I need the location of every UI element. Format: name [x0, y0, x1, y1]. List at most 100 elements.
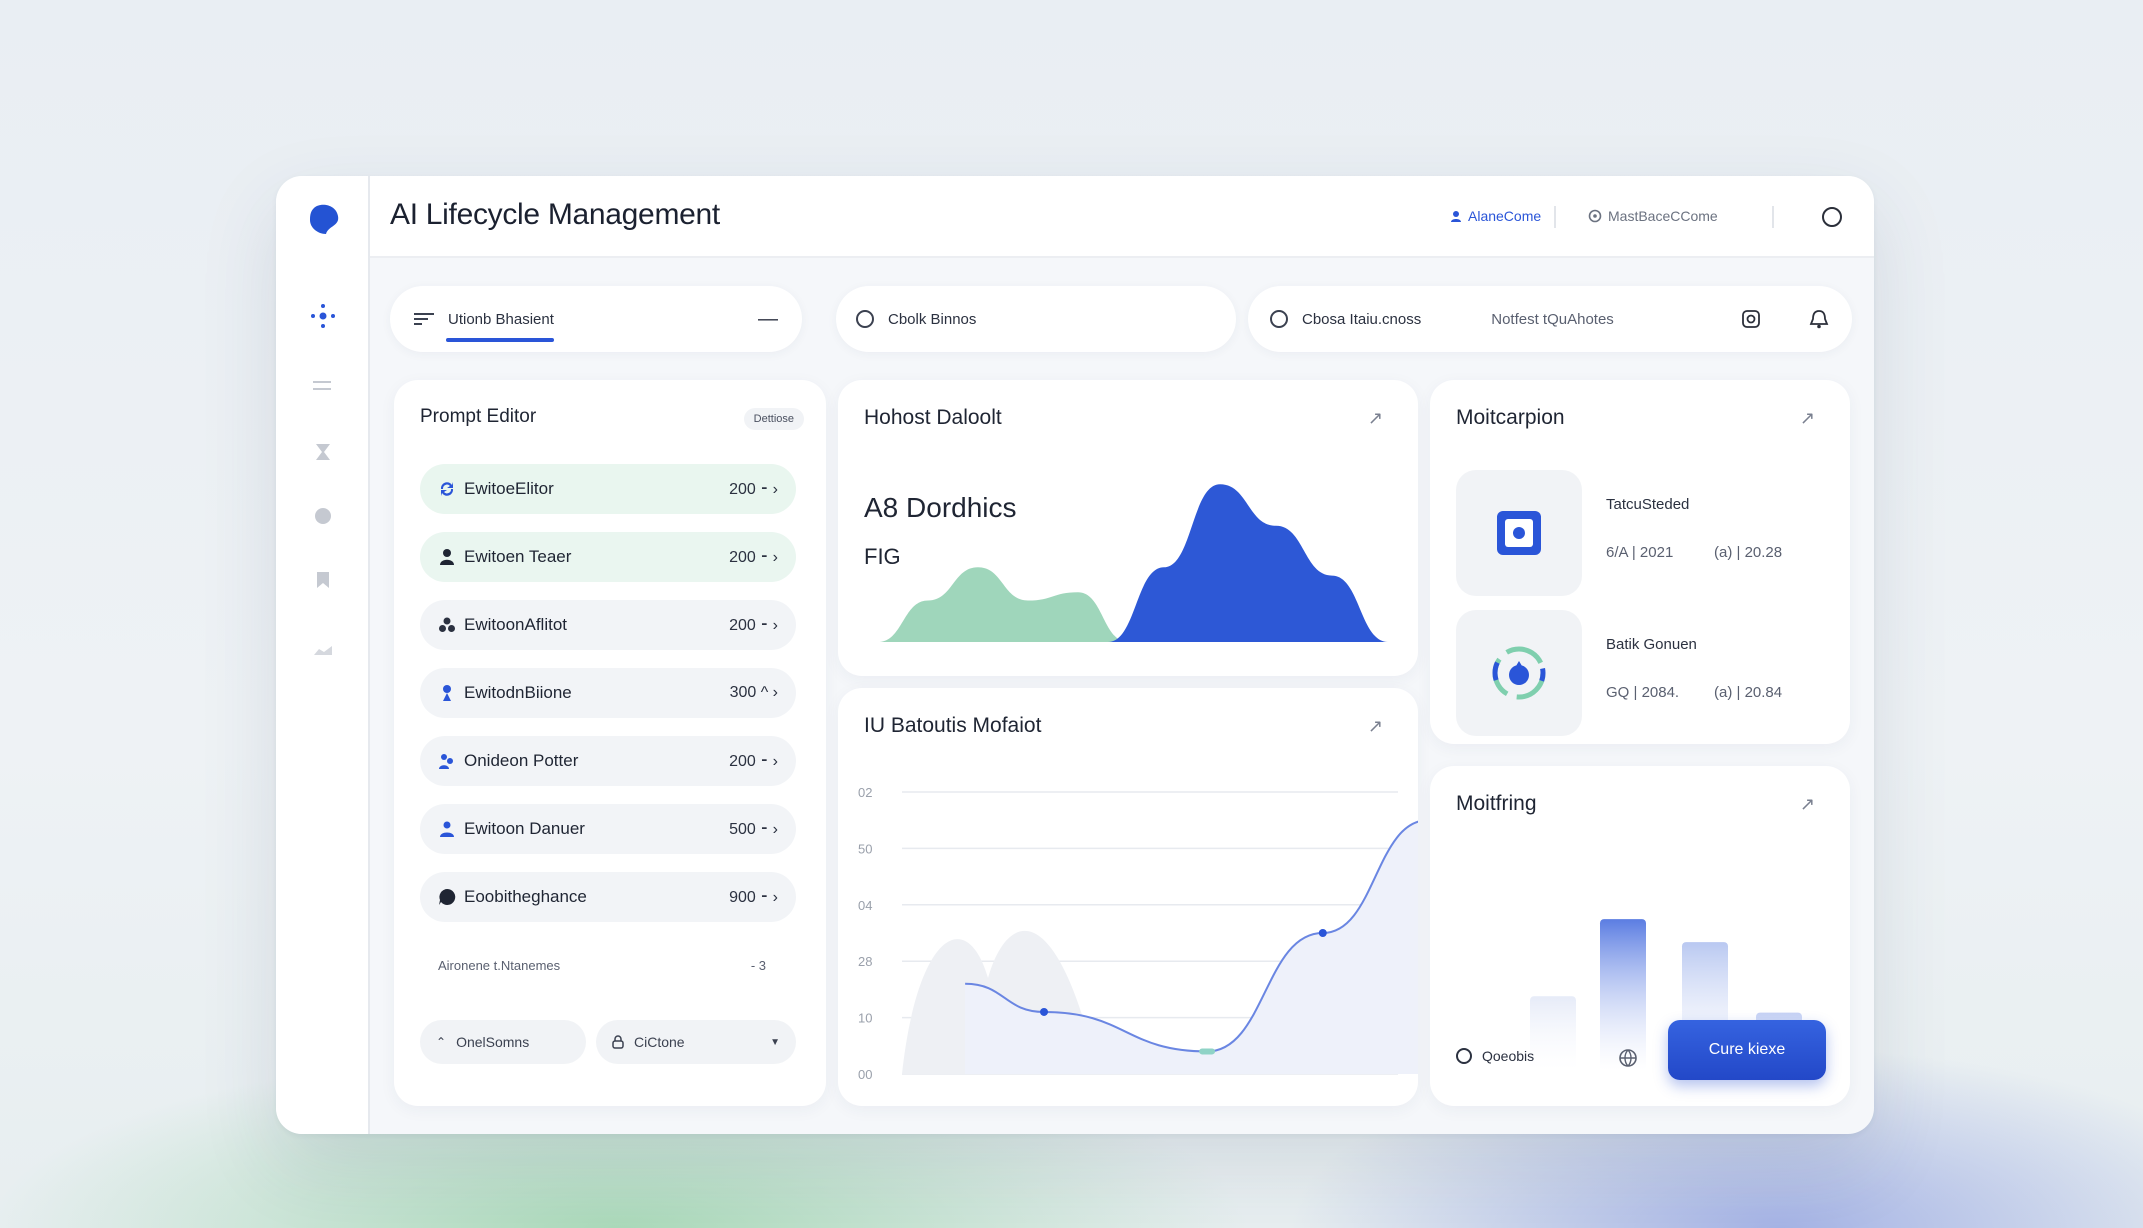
line-point	[1318, 929, 1327, 937]
options-button[interactable]: ⌃ OnelSomns	[420, 1020, 586, 1064]
bar-0	[1530, 996, 1576, 1070]
row-label: EwitodnBiione	[464, 683, 572, 702]
y-tick-label: 50	[858, 841, 872, 856]
filter-pill-primary[interactable]: Utionb Bhasient —	[390, 286, 802, 352]
account-link[interactable]: AlaneCome	[1450, 208, 1541, 224]
expand-icon[interactable]: ↗	[1800, 794, 1822, 816]
moitcarpion-card: Moitcarpion ↗ TatcuSteded 6/A | 2021 (a)…	[1430, 380, 1850, 744]
area-chart	[878, 484, 1388, 642]
cluster-icon	[439, 617, 455, 632]
expand-icon[interactable]: ↗	[1800, 408, 1822, 430]
filter-pill-search[interactable]: Cbosa Itaiu.cnoss Notfest tQuAhotes	[1248, 286, 1852, 352]
moitfring-card: Moitfring ↗ Qoeobis Cure kiexe	[1430, 766, 1850, 1106]
list-item[interactable]: Onideon Potter 200 ⁃ ›	[420, 736, 796, 786]
primary-action-button[interactable]: Cure kiexe	[1668, 1020, 1826, 1080]
row-value: 300 ^ ›	[729, 684, 778, 701]
hub-icon[interactable]	[309, 302, 337, 330]
area-series-1	[1108, 484, 1388, 642]
account-link-label: AlaneCome	[1468, 208, 1542, 224]
row-label: Eoobitheghance	[464, 887, 587, 906]
list-item[interactable]: Eoobitheghance 900 ⁃ ›	[420, 872, 796, 922]
divider	[1772, 206, 1774, 228]
brand-logo[interactable]	[306, 202, 342, 238]
y-tick-label: 10	[858, 1011, 872, 1026]
list-item[interactable]: EwitoonAflitot 200 ⁃ ›	[420, 600, 796, 650]
cycle-icon	[1492, 646, 1546, 700]
agent-icon	[440, 549, 454, 565]
row-value: 200 ⁃ ›	[729, 481, 778, 498]
radio-icon	[1270, 310, 1288, 328]
row-value: 200 ⁃ ›	[729, 549, 778, 566]
card-title: Prompt Editor	[420, 406, 537, 427]
collapse-button[interactable]: —	[758, 308, 778, 331]
model-thumbnail[interactable]	[1456, 470, 1582, 596]
item-meta: (a) | 20.84	[1714, 684, 1783, 701]
card-title: Hohost Daloolt	[864, 406, 1002, 429]
legend-radio[interactable]: Qoeobis	[1456, 1048, 1534, 1064]
camera-icon[interactable]	[1742, 310, 1760, 328]
item-meta: GQ | 2084.	[1606, 684, 1680, 701]
top-bar: AI Lifecycle Management AlaneCome MastBa…	[370, 176, 1874, 258]
model-thumbnail[interactable]	[1456, 610, 1582, 736]
card-title: Moitfring	[1456, 792, 1537, 815]
chat-icon	[439, 888, 456, 905]
chart-icon[interactable]	[309, 636, 337, 664]
row-value: 900 ⁃ ›	[729, 889, 778, 906]
row-value: 200 ⁃ ›	[729, 753, 778, 770]
item-title: Batik Gonuen	[1606, 636, 1697, 653]
row-value: 200 ⁃ ›	[729, 617, 778, 634]
item-meta: 6/A | 2021	[1606, 544, 1674, 561]
item-title: TatcuSteded	[1606, 496, 1690, 513]
options-button-label: OnelSomns	[456, 1034, 530, 1050]
item-meta: (a) | 20.28	[1714, 544, 1783, 561]
list-item[interactable]: Ewitoon Danuer 500 ⁃ ›	[420, 804, 796, 854]
filter-pill-secondary[interactable]: Cbolk Binnos	[836, 286, 1236, 352]
dot-icon[interactable]	[309, 502, 337, 530]
filter-icon	[414, 313, 434, 325]
person-icon	[443, 685, 451, 701]
footer-label: Aironene t.Ntanemes	[438, 958, 561, 973]
team-icon	[439, 754, 453, 769]
close-dropdown[interactable]: CiCtone ▼	[596, 1020, 796, 1064]
footer-value: - 3	[750, 958, 766, 973]
filter-pill-label: Cbolk Binnos	[888, 310, 977, 328]
row-label: Onideon Potter	[464, 751, 579, 770]
card-title: Moitcarpion	[1456, 406, 1565, 429]
lock-icon	[612, 1035, 624, 1049]
sidebar	[276, 176, 370, 1134]
y-tick-label: 04	[858, 898, 872, 913]
active-underline	[446, 338, 554, 342]
line-point	[1040, 1007, 1049, 1016]
expand-icon[interactable]: ↗	[1368, 716, 1390, 738]
row-label: Ewitoon Danuer	[464, 819, 585, 838]
hourglass-icon[interactable]	[309, 438, 337, 466]
row-label: EwitoeElitor	[464, 479, 554, 498]
iu-card: IU Batoutis Mofaiot ↗ 02 50 04 28 10 00	[838, 688, 1418, 1106]
filter-pill-label: Cbosa Itaiu.cnoss	[1302, 310, 1422, 328]
list-item[interactable]: Ewitoen Teaer 200 ⁃ ›	[420, 532, 796, 582]
list-item[interactable]: EwitodnBiione 300 ^ ›	[420, 668, 796, 718]
list-item[interactable]: EwitoeElitor 200 ⁃ ›	[420, 464, 796, 514]
radio-icon	[1456, 1048, 1472, 1064]
chevron-up-icon: ⌃	[436, 1035, 447, 1049]
profile-button[interactable]	[1822, 207, 1842, 227]
settings-icon	[1588, 209, 1602, 223]
row-label: EwitoonAflitot	[464, 615, 567, 634]
line-chart: 02 50 04 28 10 00	[858, 785, 1418, 1082]
y-tick-label: 00	[858, 1067, 872, 1082]
menu-icon[interactable]	[309, 372, 337, 400]
expand-icon[interactable]: ↗	[1368, 408, 1390, 430]
user-icon	[1451, 211, 1461, 222]
divider	[1554, 206, 1556, 228]
bookmark-icon[interactable]	[309, 566, 337, 594]
prompt-editor-card: Prompt Editor Dettiose EwitoeElitor 200 …	[394, 380, 826, 1106]
settings-link-label: MastBaceCCome	[1608, 208, 1718, 224]
radio-icon	[856, 310, 874, 328]
page-title: AI Lifecycle Management	[390, 198, 720, 231]
globe-icon[interactable]	[1618, 1048, 1638, 1068]
row-label: Ewitoen Teaer	[464, 547, 572, 566]
settings-link[interactable]: MastBaceCCome	[1588, 208, 1718, 224]
legend-label: Qoeobis	[1482, 1048, 1535, 1064]
hohost-card: Hohost Daloolt ↗ A8 Dordhics FIG	[838, 380, 1418, 676]
bell-icon[interactable]	[1808, 309, 1830, 329]
